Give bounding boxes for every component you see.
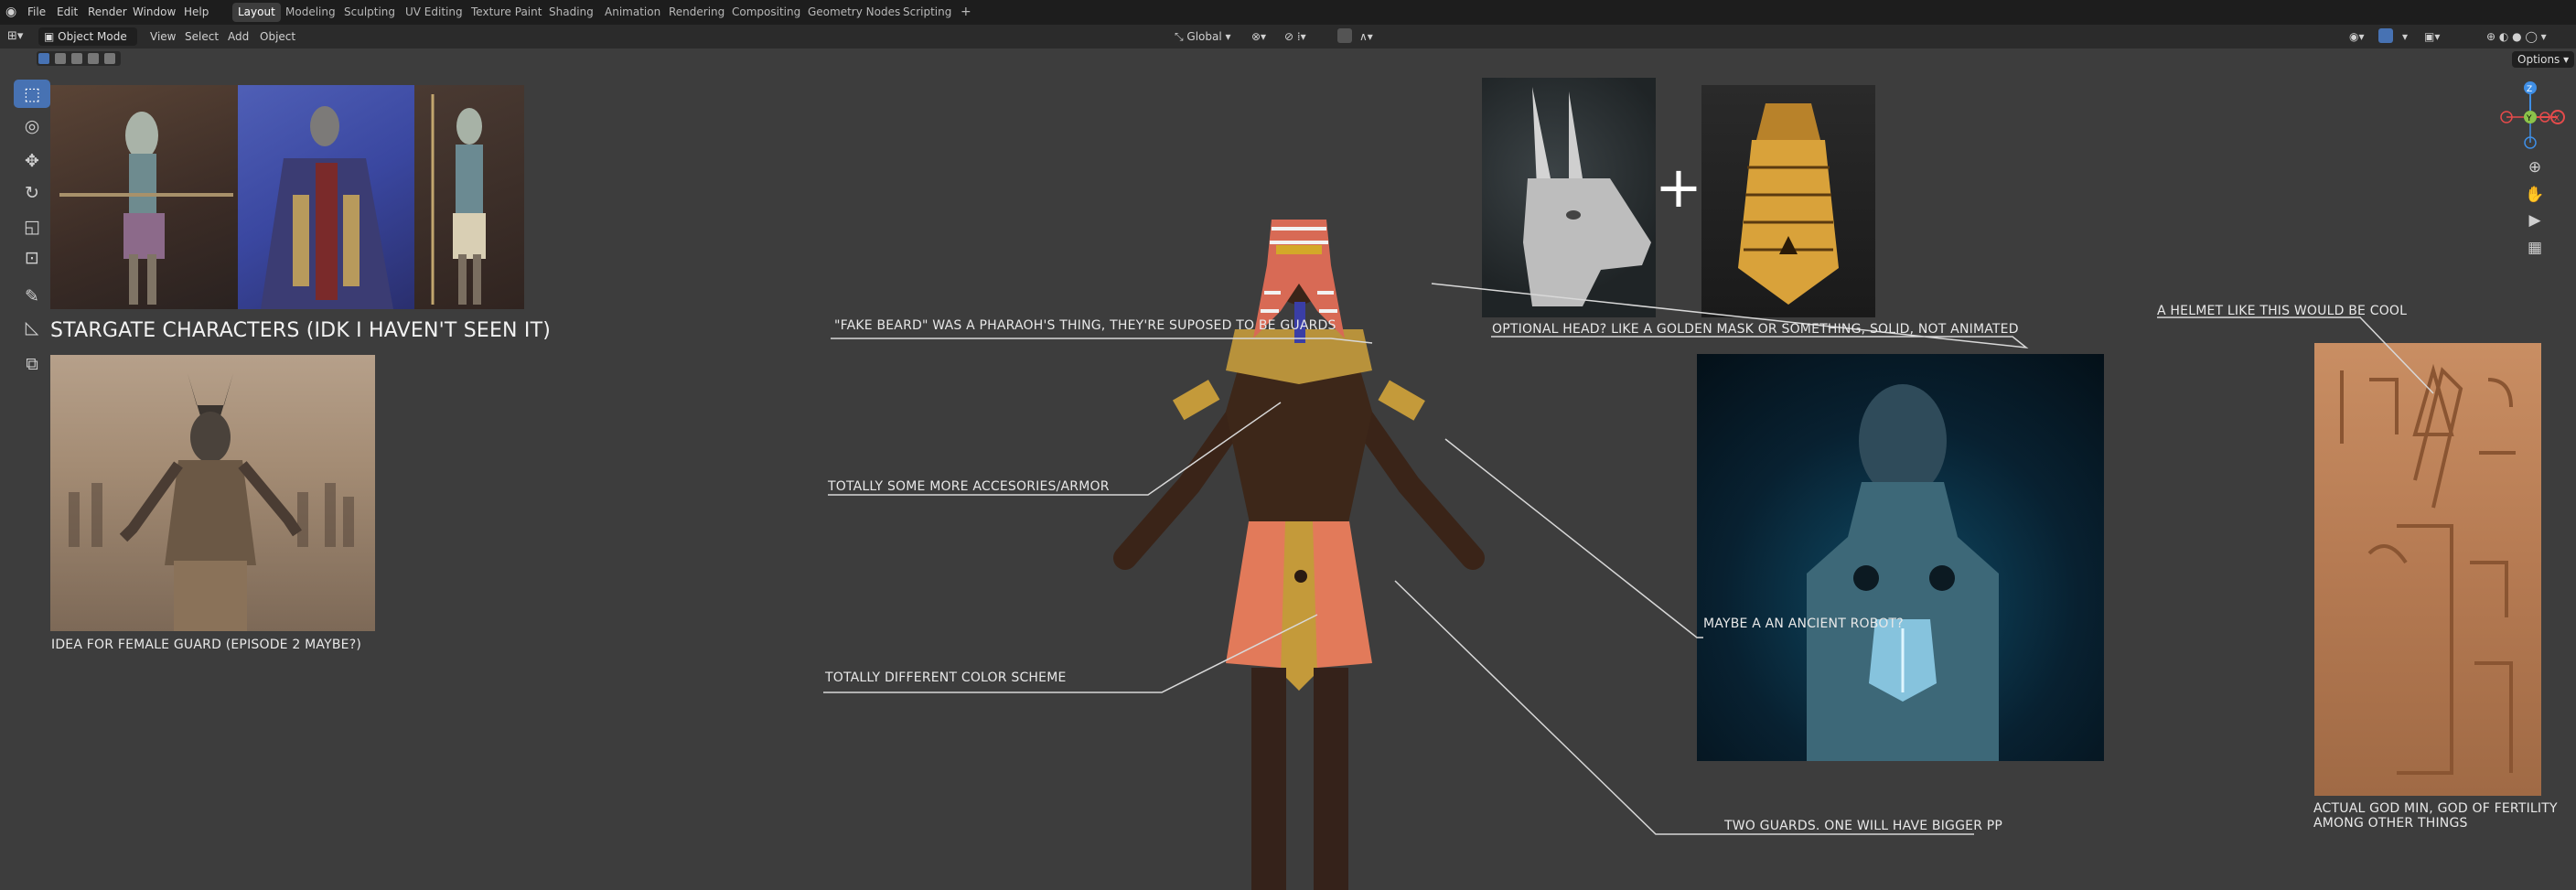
- annotation-leader-lines: [823, 283, 2434, 835]
- robot-note: MAYBE A AN ANCIENT ROBOT?: [1703, 617, 1904, 631]
- fake-beard-note: "FAKE BEARD" WAS A PHARAOH'S THING, THEY…: [834, 318, 1336, 333]
- optional-head-note: OPTIONAL HEAD? LIKE A GOLDEN MASK OR SOM…: [1492, 322, 2019, 337]
- helmet-note: A HELMET LIKE THIS WOULD BE COOL: [2157, 304, 2408, 318]
- color-scheme-note: TOTALLY DIFFERENT COLOR SCHEME: [825, 670, 1067, 685]
- god-min-caption-line1: ACTUAL GOD MIN, GOD OF FERTILITY: [2313, 801, 2558, 816]
- accessories-note: TOTALLY SOME MORE ACCESORIES/ARMOR: [828, 479, 1110, 494]
- two-guards-note: TWO GUARDS. ONE WILL HAVE BIGGER PP: [1724, 819, 2003, 833]
- god-min-caption-line2: AMONG OTHER THINGS: [2313, 816, 2468, 831]
